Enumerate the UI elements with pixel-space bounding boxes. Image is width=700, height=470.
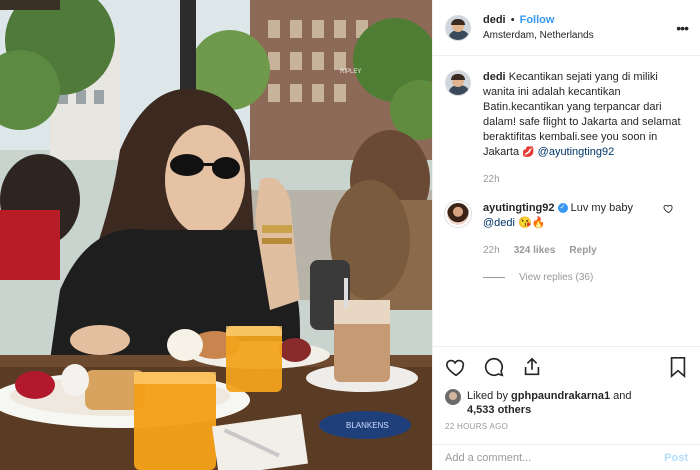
kiss-emoji-icon: 💋 <box>522 147 535 158</box>
caption-timestamp[interactable]: 22h <box>483 172 500 187</box>
more-options-icon[interactable]: ••• <box>672 20 689 36</box>
follow-button[interactable]: Follow <box>520 14 555 26</box>
post-timestamp[interactable]: 22 HOURS AGO <box>445 422 688 431</box>
comment-input[interactable] <box>445 451 665 464</box>
commenter-username[interactable]: ayutingting92 <box>483 202 555 214</box>
comment-composer: Post <box>433 444 700 470</box>
caption: dedi Kecantikan sejati yang di miliki wa… <box>445 70 688 187</box>
author-username[interactable]: dedi <box>483 14 506 26</box>
comments-section: dedi Kecantikan sejati yang di miliki wa… <box>433 56 700 285</box>
view-replies-label: View replies (36) <box>519 272 594 283</box>
caption-avatar[interactable] <box>445 70 471 96</box>
comment-like-heart-icon[interactable] <box>663 203 674 214</box>
comment-likes-count[interactable]: 324 likes <box>514 243 556 258</box>
comment-text: Luv my baby <box>570 202 634 214</box>
header-text: dedi • Follow Amsterdam, Netherlands <box>483 13 672 43</box>
commenter-avatar[interactable] <box>445 201 471 227</box>
share-icon[interactable] <box>521 356 543 378</box>
like-heart-icon[interactable] <box>445 356 467 378</box>
comment-bubble-icon[interactable] <box>483 356 505 378</box>
instagram-post: BLANKENS RIPLEY dedi • Follow Amsterdam,… <box>0 0 700 470</box>
others-likes-link[interactable]: 4,533 others <box>467 404 531 416</box>
liker-username[interactable]: gphpaundrakarna1 <box>511 390 610 402</box>
view-replies-toggle[interactable]: View replies (36) <box>483 270 668 285</box>
verified-badge-icon: ✓ <box>557 203 568 214</box>
bookmark-save-icon[interactable] <box>668 356 688 378</box>
reply-button[interactable]: Reply <box>569 243 596 258</box>
post-side-panel: dedi • Follow Amsterdam, Netherlands •••… <box>432 0 700 470</box>
liked-by-prefix: Liked by <box>467 390 508 402</box>
comment-timestamp[interactable]: 22h <box>483 243 500 258</box>
building-sign: RIPLEY <box>340 69 361 75</box>
post-actions: Liked by gphpaundrakarna1 and 4,533 othe… <box>433 346 700 431</box>
post-photo[interactable]: BLANKENS RIPLEY <box>0 0 432 470</box>
caption-text: Kecantikan sejati yang di miliki wanita … <box>483 71 681 158</box>
author-avatar[interactable] <box>445 14 471 41</box>
comment-emoji: 😘🔥 <box>518 217 546 229</box>
caption-mention-link[interactable]: @ayutingting92 <box>538 146 615 158</box>
caption-username[interactable]: dedi <box>483 71 506 83</box>
post-header: dedi • Follow Amsterdam, Netherlands ••• <box>433 0 700 56</box>
separator-dot: • <box>510 13 515 26</box>
comment-mention-link[interactable]: @dedi <box>483 217 515 229</box>
post-comment-button[interactable]: Post <box>664 452 688 464</box>
comment-item: ayutingting92 ✓ Luv my baby @dedi 😘🔥 22h… <box>445 201 688 285</box>
location-link[interactable]: Amsterdam, Netherlands <box>483 28 672 43</box>
replies-divider <box>483 277 505 278</box>
coaster-text: BLANKENS <box>346 421 389 430</box>
photo-illustration: BLANKENS RIPLEY <box>0 0 432 470</box>
liked-by-and: and <box>613 390 632 402</box>
liked-by: Liked by gphpaundrakarna1 and 4,533 othe… <box>445 389 688 417</box>
liker-avatar[interactable] <box>445 389 461 405</box>
